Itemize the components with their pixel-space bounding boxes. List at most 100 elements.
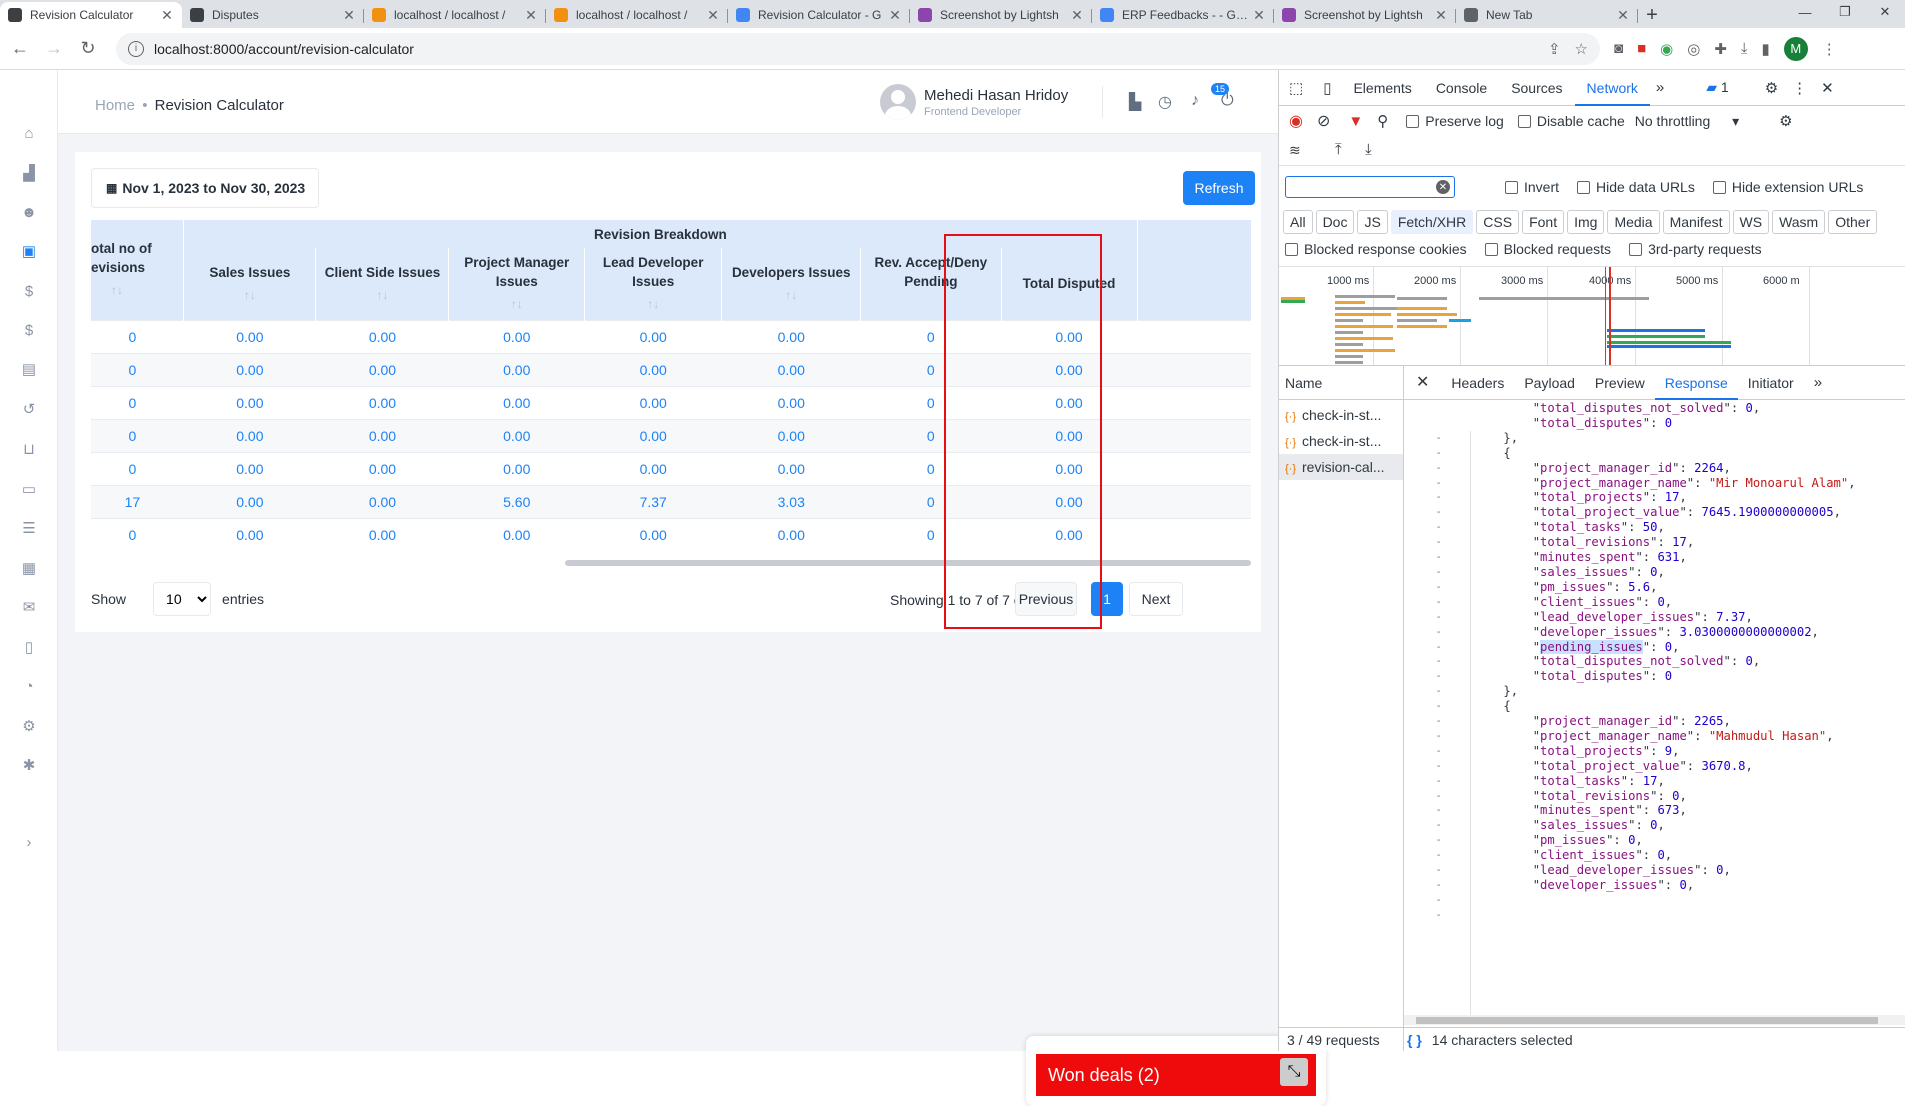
date-range-picker[interactable]: ▦ Nov 1, 2023 to Nov 30, 2023 [91, 168, 319, 208]
calendar-icon[interactable]: ▦ [19, 559, 39, 579]
browser-tab[interactable]: New Tab ✕ [1456, 2, 1638, 28]
filter-chip[interactable]: JS [1357, 210, 1388, 234]
browser-tab[interactable]: Revision Calculator ✕ [0, 2, 182, 28]
briefcase-icon[interactable]: ▣ [19, 242, 39, 262]
extension-red-icon[interactable]: ■ [1637, 40, 1646, 57]
request-item[interactable]: {·} check-in-st... [1279, 428, 1403, 454]
close-window-icon[interactable]: ✕ [1865, 0, 1905, 24]
search-icon[interactable]: ⚲ [1377, 112, 1388, 130]
extensions-puzzle-icon[interactable]: ✚ [1714, 40, 1727, 58]
filter-chip[interactable]: All [1283, 210, 1313, 234]
col-header[interactable]: Project Manager Issues ↑↓ [448, 248, 586, 320]
col-header[interactable]: Client Side Issues ↑↓ [315, 248, 450, 320]
network-timeline-overview[interactable]: 1000 ms 2000 ms 3000 ms 4000 ms 5000 ms 6000 … [1279, 266, 1905, 366]
devtools-close-icon[interactable]: ✕ [1821, 79, 1834, 97]
col-header[interactable]: Lead Developer Issues ↑↓ [584, 248, 723, 320]
dollar-icon[interactable]: $ [19, 282, 39, 302]
more-response-tabs-icon[interactable]: » [1804, 366, 1832, 400]
more-tabs-icon[interactable]: » [1650, 79, 1670, 96]
extension-green-icon[interactable]: ◉ [1660, 40, 1673, 58]
clear-icon[interactable]: ⊘ [1317, 111, 1330, 131]
close-details-icon[interactable]: ✕ [1404, 366, 1441, 400]
clock-icon[interactable]: ◷ [1158, 92, 1172, 112]
third-party-checkbox[interactable]: 3rd-party requests [1629, 241, 1762, 257]
bug-icon[interactable]: ✱ [19, 756, 39, 776]
response-tab[interactable]: Payload [1514, 366, 1585, 400]
export-har-icon[interactable]: ⤓ [1365, 141, 1372, 158]
hide-extension-urls-checkbox[interactable]: Hide extension URLs [1712, 179, 1863, 195]
filter-chip[interactable]: Media [1607, 210, 1660, 234]
inspect-element-icon[interactable]: ⬚ [1279, 79, 1313, 97]
devtools-tab[interactable]: Console [1424, 70, 1499, 106]
name-column-header[interactable]: Name [1279, 366, 1403, 400]
refresh-button[interactable]: Refresh [1183, 171, 1255, 205]
filter-chip[interactable]: Font [1522, 210, 1565, 234]
next-button[interactable]: Next [1129, 582, 1183, 616]
filter-chip[interactable]: WS [1732, 210, 1770, 234]
browser-tab[interactable]: Screenshot by Lightsh ✕ [910, 2, 1092, 28]
tab-close-icon[interactable]: ✕ [1616, 7, 1630, 24]
blocked-requests-checkbox[interactable]: Blocked requests [1484, 241, 1611, 257]
filter-chip[interactable]: CSS [1476, 210, 1520, 234]
tab-close-icon[interactable]: ✕ [888, 7, 902, 24]
basket-icon[interactable]: ⊔ [19, 440, 39, 460]
col-header[interactable]: Developers Issues ↑↓ [721, 248, 862, 320]
response-tab[interactable]: Initiator [1738, 366, 1804, 400]
throttling-select[interactable]: No throttling ▾ [1635, 113, 1739, 130]
box-icon[interactable]: ▤ [19, 360, 39, 380]
sticky-note-icon[interactable]: ▙ [1129, 92, 1141, 112]
response-tab[interactable]: Preview [1585, 366, 1655, 400]
dashboard-chart-icon[interactable]: ▟ [19, 164, 39, 184]
users-icon[interactable]: ☻ [19, 203, 39, 223]
network-filter-input[interactable]: ✕ [1285, 176, 1455, 198]
scrollbar-thumb[interactable] [565, 560, 1251, 566]
filter-chip[interactable]: Fetch/XHR [1390, 210, 1474, 234]
filter-icon[interactable]: ▼ [1348, 113, 1363, 130]
browser-tab[interactable]: Screenshot by Lightsh ✕ [1274, 2, 1456, 28]
new-tab-icon[interactable]: + [1638, 2, 1666, 28]
response-tab[interactable]: Headers [1441, 366, 1514, 400]
hscroll-thumb[interactable] [1416, 1017, 1878, 1024]
clear-filter-icon[interactable]: ✕ [1436, 180, 1450, 194]
col-header[interactable]: Sales Issues ↑↓ [183, 248, 317, 320]
network-conditions-icon[interactable]: ≋ [1289, 142, 1301, 159]
reload-icon[interactable]: ↻ [74, 38, 102, 59]
back-icon[interactable]: ← [6, 38, 34, 59]
site-info-icon[interactable]: i [128, 40, 144, 57]
filter-chip[interactable]: Wasm [1772, 210, 1826, 234]
tab-close-icon[interactable]: ✕ [160, 7, 174, 24]
network-settings-icon[interactable]: ⚙ [1779, 112, 1792, 130]
pretty-print-icon[interactable]: { } [1407, 1032, 1422, 1048]
record-stop-icon[interactable]: ◉ [1289, 111, 1303, 131]
device-toolbar-icon[interactable]: ▯ [1313, 79, 1341, 97]
import-har-icon[interactable]: ⤒ [1335, 141, 1342, 158]
forward-icon[interactable]: → [40, 38, 68, 59]
download-icon[interactable]: ⤓ [1741, 40, 1748, 57]
devtools-tab[interactable]: Network [1574, 70, 1650, 106]
bookmark-star-icon[interactable]: ☆ [1575, 40, 1588, 58]
browser-tab[interactable]: Disputes ✕ [182, 2, 364, 28]
expand-chevron-icon[interactable]: › [19, 833, 39, 853]
history-icon[interactable]: ↺ [19, 400, 39, 420]
filter-chip[interactable]: Img [1567, 210, 1605, 234]
power-icon[interactable]: ⏻ [1221, 92, 1234, 110]
home-icon[interactable]: ⌂ [19, 124, 39, 144]
browser-tab[interactable]: localhost / localhost / ✕ [364, 2, 546, 28]
message-icon[interactable]: ✉ [19, 598, 39, 618]
restore-icon[interactable]: ❐ [1825, 0, 1865, 24]
tab-close-icon[interactable]: ✕ [342, 7, 356, 24]
breadcrumb-home-link[interactable]: Home [95, 97, 135, 114]
extension-circle-icon[interactable]: ◎ [1687, 40, 1700, 58]
devtools-menu-icon[interactable]: ⋮ [1792, 79, 1807, 97]
pie-chart-icon[interactable]: ◔ [19, 677, 39, 697]
response-viewer[interactable]: --------------------------------- "total… [1404, 401, 1905, 1015]
issues-icon[interactable]: ▰ 1 [1706, 79, 1728, 96]
hide-data-urls-checkbox[interactable]: Hide data URLs [1577, 179, 1695, 195]
invert-checkbox[interactable]: Invert [1505, 179, 1559, 195]
minimize-icon[interactable]: — [1785, 0, 1825, 24]
tab-close-icon[interactable]: ✕ [1252, 7, 1266, 24]
document-icon[interactable]: ▭ [19, 480, 39, 500]
filter-chip[interactable]: Doc [1315, 210, 1355, 234]
collapse-icon[interactable]: ⤡ [1280, 1058, 1308, 1086]
camera-extension-icon[interactable]: ◙ [1614, 40, 1623, 57]
